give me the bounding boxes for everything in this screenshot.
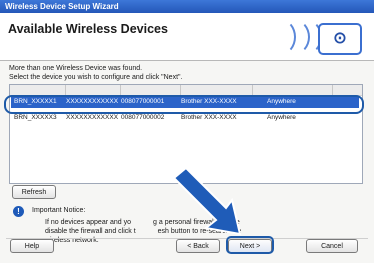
pointer-arrow-icon [172, 168, 242, 236]
instructions: More than one Wireless Device was found.… [9, 64, 182, 82]
wireless-setup-icon: ⊙ [318, 23, 362, 55]
column-header[interactable] [180, 85, 253, 95]
selection-highlight-ring [4, 95, 364, 114]
header-panel: Available Wireless Devices ⊙ [0, 13, 374, 61]
back-button[interactable]: < Back [176, 239, 220, 253]
info-icon: ! [13, 206, 24, 217]
help-button-label: Help [24, 243, 40, 250]
window-title: Wireless Device Setup Wizard [5, 2, 119, 11]
back-button-label: < Back [187, 243, 209, 250]
page-title: Available Wireless Devices [8, 22, 168, 36]
help-button[interactable]: Help [10, 239, 54, 253]
notice-line: disable the firewall and click t [45, 228, 136, 235]
title-bar: Wireless Device Setup Wizard [0, 0, 374, 13]
next-highlight-ring [226, 236, 274, 254]
notice-line: If no devices appear and yo [45, 219, 132, 226]
cancel-button[interactable]: Cancel [306, 239, 358, 253]
notice-title: Important Notice: [32, 207, 86, 214]
refresh-button-label: Refresh [21, 189, 47, 196]
column-header[interactable] [252, 85, 333, 95]
cancel-button-label: Cancel [321, 243, 343, 250]
instruction-line: Select the device you wish to configure … [9, 74, 183, 81]
column-header[interactable] [120, 85, 181, 95]
refresh-button[interactable]: Refresh [12, 185, 56, 199]
wireless-logo: ⊙ [262, 15, 370, 58]
instruction-line: More than one Wireless Device was found. [9, 65, 143, 72]
column-header[interactable] [65, 85, 121, 95]
column-header[interactable] [10, 85, 66, 95]
